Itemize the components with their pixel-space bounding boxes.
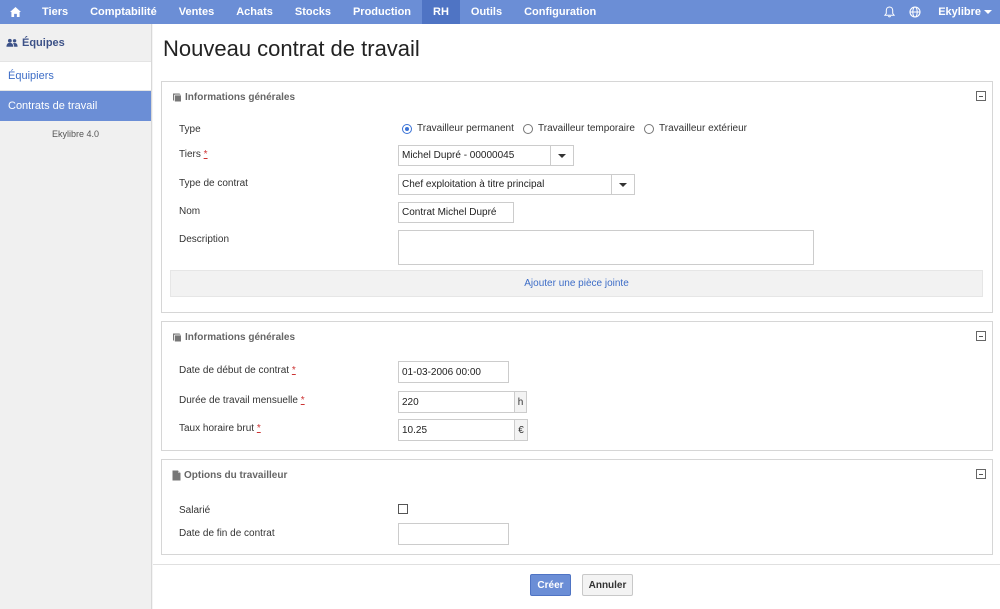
duration-label: Durée de travail mensuelle * xyxy=(179,395,305,406)
create-button[interactable]: Créer xyxy=(530,574,571,596)
start-date-label: Date de début de contrat * xyxy=(179,365,296,376)
contract-type-value: Chef exploitation à titre principal xyxy=(402,179,545,190)
salaried-label: Salarié xyxy=(179,505,211,516)
nav-comptabilite[interactable]: Comptabilité xyxy=(79,0,168,24)
globe-icon xyxy=(909,6,921,18)
collapse-button[interactable] xyxy=(976,469,986,479)
tiers-label: Tiers * xyxy=(179,149,208,160)
name-input[interactable]: Contrat Michel Dupré xyxy=(398,202,514,223)
cancel-button[interactable]: Annuler xyxy=(582,574,633,596)
panel-header: Informations générales xyxy=(162,82,992,112)
required-marker: * xyxy=(203,149,208,160)
book-icon xyxy=(173,333,181,342)
panel-header: Informations générales xyxy=(162,322,992,352)
nav-tiers[interactable]: Tiers xyxy=(31,0,79,24)
collapse-button[interactable] xyxy=(976,91,986,101)
nav-rh[interactable]: RH xyxy=(422,0,460,24)
page-title: Nouveau contrat de travail xyxy=(163,36,420,61)
end-date-label: Date de fin de contrat xyxy=(179,528,275,539)
home-icon xyxy=(10,7,21,17)
nav-production[interactable]: Production xyxy=(342,0,422,24)
radio-button[interactable] xyxy=(644,123,654,134)
home-button[interactable] xyxy=(0,0,31,24)
tiers-value: Michel Dupré - 00000045 xyxy=(402,150,515,161)
book-icon xyxy=(173,93,181,102)
sidebar-title-label: Équipes xyxy=(22,36,65,49)
contract-type-select[interactable]: Chef exploitation à titre principal xyxy=(398,174,635,195)
file-icon xyxy=(172,470,181,480)
tiers-label-text: Tiers xyxy=(179,149,201,160)
contract-type-label: Type de contrat xyxy=(179,178,248,189)
radio-label: Travailleur extérieur xyxy=(659,123,747,134)
nav-achats[interactable]: Achats xyxy=(225,0,284,24)
panel-title: Informations générales xyxy=(185,331,296,343)
duration-input[interactable]: 220 xyxy=(398,391,515,413)
duration-unit: h xyxy=(514,391,527,413)
nav-outils[interactable]: Outils xyxy=(460,0,513,24)
collapse-button[interactable] xyxy=(976,331,986,341)
sidebar: Équipes Équipiers Contrats de travail Ek… xyxy=(0,24,152,609)
main-content: Nouveau contrat de travail Informations … xyxy=(153,24,1000,609)
radio-button[interactable] xyxy=(402,123,412,134)
nav-ventes[interactable]: Ventes xyxy=(168,0,225,24)
radio-label: Travailleur temporaire xyxy=(538,123,635,134)
sidebar-item-label: Contrats de travail xyxy=(8,100,98,112)
radio-label: Travailleur permanent xyxy=(417,123,514,134)
description-label: Description xyxy=(179,234,230,245)
required-marker: * xyxy=(291,365,296,376)
sidebar-item-contrats[interactable]: Contrats de travail xyxy=(0,91,151,121)
top-navbar: Tiers Comptabilité Ventes Achats Stocks … xyxy=(0,0,1000,24)
end-date-input[interactable] xyxy=(398,523,509,545)
contract-info-panel: Informations générales Date de début de … xyxy=(161,321,993,451)
duration-label-text: Durée de travail mensuelle xyxy=(179,395,298,406)
sidebar-section-title: Équipes xyxy=(0,24,151,61)
start-date-label-text: Date de début de contrat xyxy=(179,365,290,376)
chevron-down-icon[interactable] xyxy=(611,175,634,194)
language-button[interactable] xyxy=(902,0,928,24)
salaried-checkbox[interactable] xyxy=(398,504,408,514)
panel-title: Options du travailleur xyxy=(184,469,288,481)
user-name: Ekylibre xyxy=(938,6,981,18)
panel-title: Informations générales xyxy=(185,91,296,103)
bell-icon xyxy=(883,6,895,18)
required-marker: * xyxy=(300,395,305,406)
chevron-down-icon xyxy=(984,10,992,14)
panel-header: Options du travailleur xyxy=(162,460,992,490)
start-date-input[interactable]: 01-03-2006 00:00 xyxy=(398,361,509,383)
type-option-permanent[interactable]: Travailleur permanent xyxy=(402,123,514,134)
radio-button[interactable] xyxy=(523,123,533,134)
name-value: Contrat Michel Dupré xyxy=(402,207,497,218)
add-attachment-link[interactable]: Ajouter une pièce jointe xyxy=(170,270,983,297)
duration-value: 220 xyxy=(402,396,419,408)
description-textarea[interactable] xyxy=(398,230,814,265)
hourly-rate-label-text: Taux horaire brut xyxy=(179,423,255,434)
nav-configuration[interactable]: Configuration xyxy=(513,0,607,24)
notifications-button[interactable] xyxy=(876,0,902,24)
nav-stocks[interactable]: Stocks xyxy=(284,0,342,24)
general-info-panel: Informations générales Type Travailleur … xyxy=(161,81,993,313)
users-icon xyxy=(6,38,18,47)
hourly-rate-label: Taux horaire brut * xyxy=(179,423,261,434)
hourly-rate-input[interactable]: 10.25 xyxy=(398,419,515,441)
app-version: Ekylibre 4.0 xyxy=(51,129,100,139)
start-date-value: 01-03-2006 00:00 xyxy=(402,366,481,378)
type-option-temporary[interactable]: Travailleur temporaire xyxy=(523,123,635,134)
name-label: Nom xyxy=(179,206,201,217)
tiers-select[interactable]: Michel Dupré - 00000045 xyxy=(398,145,574,166)
worker-options-panel: Options du travailleur Salarié Date de f… xyxy=(161,459,993,555)
sidebar-item-label: Équipiers xyxy=(8,70,54,82)
required-marker: * xyxy=(256,423,261,434)
hourly-rate-unit: € xyxy=(514,419,528,441)
type-option-external[interactable]: Travailleur extérieur xyxy=(644,123,747,134)
chevron-down-icon[interactable] xyxy=(550,146,573,165)
form-actions: Créer Annuler xyxy=(153,564,1000,609)
sidebar-item-equipiers[interactable]: Équipiers xyxy=(0,61,151,91)
type-label: Type xyxy=(179,124,201,135)
hourly-rate-value: 10.25 xyxy=(402,424,428,436)
user-menu[interactable]: Ekylibre xyxy=(928,6,1000,18)
add-attachment-label: Ajouter une pièce jointe xyxy=(524,278,629,289)
